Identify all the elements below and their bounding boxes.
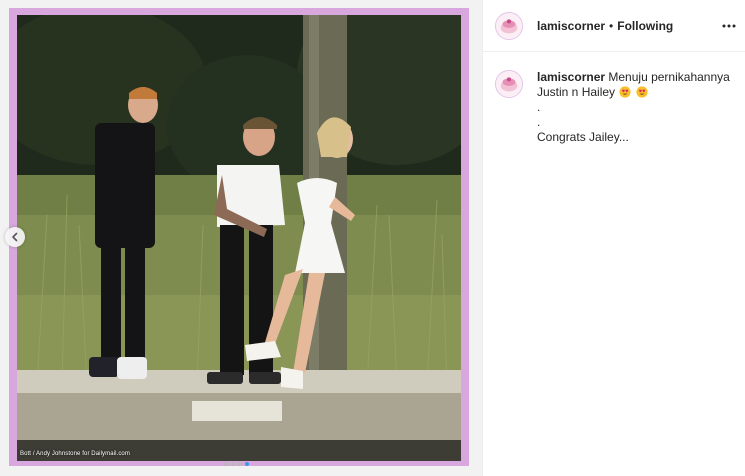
photo-credit: Bott / Andy Johnstone for Dailymail.com [20, 451, 130, 457]
caption-line-3: . [537, 100, 541, 114]
caption-username[interactable]: lamiscorner [537, 70, 605, 84]
caption-line-1: Menuju pernikahannya [608, 70, 730, 84]
more-options-button[interactable] [719, 16, 739, 36]
caption-line: lamiscorner Menuju pernikahannya [537, 70, 732, 85]
header-username[interactable]: lamiscorner [537, 19, 605, 33]
chevron-left-icon [12, 232, 18, 242]
caption-avatar[interactable] [495, 70, 523, 98]
previous-slide-button[interactable] [5, 227, 25, 247]
caption-text: lamiscorner Menuju pernikahannya Justin … [537, 70, 732, 145]
post-photo[interactable] [17, 15, 461, 461]
header-separator: • [609, 18, 614, 33]
heart-eyes-emoji-icon [619, 86, 631, 98]
post-side-panel: lamiscorner • Following lamiscorner Menu… [482, 0, 745, 476]
carousel-dot [231, 462, 235, 466]
avatar[interactable] [495, 11, 523, 40]
carousel-dot [238, 462, 242, 466]
profile-avatar-icon [496, 71, 522, 97]
post-caption: lamiscorner Menuju pernikahannya Justin … [483, 52, 745, 145]
profile-avatar-icon [496, 12, 522, 39]
post-header: lamiscorner • Following [483, 0, 745, 52]
following-button[interactable]: Following [617, 19, 673, 33]
caption-line-4: . [537, 115, 541, 129]
post-media: Bott / Andy Johnstone for Dailymail.com [0, 0, 482, 476]
more-options-icon [722, 24, 736, 28]
heart-eyes-emoji-icon [636, 86, 648, 98]
photo-illustration [17, 15, 461, 461]
carousel-dot [224, 462, 228, 466]
caption-line-5: Congrats Jailey... [537, 130, 629, 144]
caption-line-2: Justin n Hailey [537, 85, 616, 99]
carousel-dot-active [245, 462, 249, 466]
caption-line: Justin n Hailey [537, 85, 732, 100]
carousel-indicator [224, 462, 249, 466]
